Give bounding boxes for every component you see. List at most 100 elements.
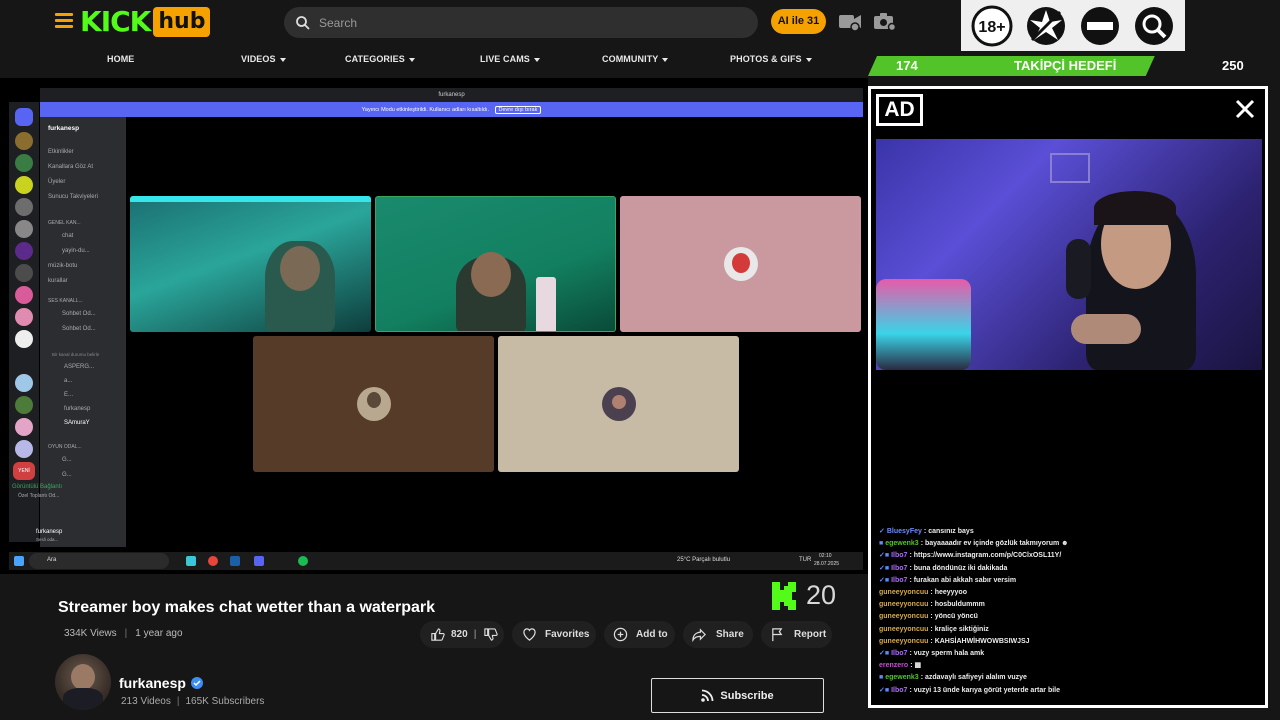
channel-item[interactable]: Sunucu Takviyeleri [48, 194, 98, 200]
voice-user[interactable]: ASPERG... [64, 364, 94, 370]
favorites-button[interactable]: Favorites [512, 621, 596, 648]
video-tile-4[interactable] [253, 336, 494, 472]
ai-pill-button[interactable]: AI ile 31 [771, 9, 826, 34]
thumbs-down-icon[interactable] [483, 627, 498, 642]
chat-text: azdavaylı safiyeyi alalım vuzye [924, 674, 1027, 682]
channel-item[interactable]: müzik-botu [48, 263, 77, 269]
discord-home-icon[interactable] [15, 108, 33, 126]
chat-username[interactable]: egewenk3 [885, 540, 918, 547]
chat-message: ■ egewenk3: azdavaylı safiyeyi alalım vuz… [879, 674, 1027, 682]
logo-kick-text: KICK [80, 5, 151, 38]
chat-username[interactable]: Ilbo7 [891, 650, 907, 657]
chat-username[interactable]: guneeyyoncuu [879, 601, 928, 608]
server-icon[interactable] [15, 374, 33, 392]
voice-user[interactable]: SAmuraY [64, 420, 90, 426]
channel-name[interactable]: furkanesp [119, 675, 203, 691]
channel-item[interactable]: Kanallara Göz At [48, 164, 93, 170]
chat-username[interactable]: Ilbo7 [891, 552, 907, 559]
channel-item[interactable]: kurallar [48, 278, 68, 284]
windows-start-icon[interactable] [14, 556, 24, 566]
server-icon[interactable] [15, 132, 33, 150]
server-icon[interactable] [15, 396, 33, 414]
close-icon[interactable] [1233, 97, 1257, 121]
video-tile-1[interactable] [130, 196, 371, 332]
video-upload-icon[interactable] [838, 12, 862, 32]
server-icon[interactable] [15, 286, 33, 304]
chat-username[interactable]: egewenk3 [885, 674, 918, 681]
chevron-down-icon [408, 57, 415, 62]
chat-username[interactable]: Ilbo7 [891, 565, 907, 572]
channel-category[interactable]: GENEL KAN... [48, 220, 81, 226]
chat-message: ■ egewenk3: bayaaaadır ev içinde gözlük t… [879, 540, 1069, 548]
voice-user[interactable]: E... [64, 392, 73, 398]
voice-channel[interactable]: G... [62, 457, 72, 463]
chat-username[interactable]: Ilbo7 [891, 577, 907, 584]
search-bar[interactable] [284, 7, 758, 38]
steam-icon[interactable] [230, 556, 240, 566]
channel-item[interactable]: Üyeler [48, 179, 65, 185]
avatar[interactable] [55, 654, 111, 710]
server-icon[interactable] [15, 440, 33, 458]
spotify-icon[interactable] [298, 556, 308, 566]
nav-live-cams[interactable]: LIVE CAMS [480, 54, 540, 64]
server-name[interactable]: furkanesp [48, 125, 79, 132]
video-tile-3[interactable] [620, 196, 861, 332]
badge-icon: ■ [879, 540, 884, 548]
channel-item[interactable]: Etkinlikler [48, 149, 74, 155]
server-icon[interactable] [15, 242, 33, 260]
video-player[interactable]: furkanesp Yayıncı Modu etkinleştirildi. … [0, 78, 868, 574]
channel-category[interactable]: SES KANALL... [48, 298, 83, 304]
user-avatar [356, 387, 391, 421]
language-indicator[interactable]: TUR [799, 557, 811, 563]
server-icon[interactable] [15, 264, 33, 282]
share-button[interactable]: Share [683, 621, 753, 648]
server-icon[interactable] [15, 220, 33, 238]
report-button[interactable]: Report [761, 621, 832, 648]
server-icon[interactable] [15, 330, 33, 348]
nav-videos[interactable]: VIDEOS [241, 54, 286, 64]
chat-username[interactable]: guneeyyoncuu [879, 638, 928, 645]
taskbar-app-icon[interactable] [186, 556, 196, 566]
voice-user[interactable]: a... [64, 378, 72, 384]
server-icon[interactable] [15, 176, 33, 194]
server-icon[interactable] [15, 198, 33, 216]
chat-username[interactable]: Ilbo7 [891, 687, 907, 694]
add-to-button[interactable]: Add to [604, 621, 675, 648]
site-logo[interactable]: KICK hub [80, 5, 211, 38]
menu-icon[interactable] [55, 13, 73, 28]
voice-channel[interactable]: Sohbet Od... [62, 311, 96, 317]
nav-photos-gifs[interactable]: PHOTOS & GIFS [730, 54, 812, 64]
discord-icon[interactable] [254, 556, 264, 566]
chrome-icon[interactable] [208, 556, 218, 566]
video-tile-5[interactable] [498, 336, 739, 472]
camera-upload-icon[interactable] [873, 12, 897, 32]
chat-text: buna döndünüz iki dakikada [913, 564, 1008, 572]
thumbs-up-icon[interactable] [430, 627, 445, 642]
chat-username[interactable]: guneeyyoncuu [879, 613, 928, 620]
video-tile-2[interactable] [375, 196, 616, 332]
chat-username[interactable]: BluesyFey [887, 528, 922, 535]
voice-user[interactable]: furkanesp [64, 406, 90, 412]
channel-item[interactable]: chat [62, 233, 73, 239]
ad-video[interactable] [876, 139, 1262, 370]
voice-channel[interactable]: G... [62, 472, 72, 478]
server-icon[interactable] [15, 154, 33, 172]
chat-username[interactable]: erenzero [879, 662, 908, 669]
channel-category[interactable]: OYUN ODAL... [48, 444, 82, 450]
chat-username[interactable]: guneeyyoncuu [879, 626, 928, 633]
search-input[interactable] [319, 15, 739, 30]
disable-streamer-mode-button[interactable]: Devre dışı bırak [494, 106, 542, 114]
server-icon[interactable] [15, 418, 33, 436]
upload-age: 1 year ago [135, 628, 183, 639]
channel-item[interactable]: yayin-du... [62, 248, 90, 254]
nav-community[interactable]: COMMUNITY [602, 54, 669, 64]
nav-categories[interactable]: CATEGORIES [345, 54, 415, 64]
subscribe-button[interactable]: Subscribe [651, 678, 824, 713]
nav-home[interactable]: HOME [107, 54, 134, 64]
discord-server-list: YENİ [9, 102, 39, 542]
kick-watermark-number: 20 [806, 580, 837, 610]
voice-channel[interactable]: Sohbet Od... [62, 326, 96, 332]
server-icon[interactable] [15, 308, 33, 326]
taskbar-search[interactable]: Ara [29, 553, 169, 569]
chat-username[interactable]: guneeyyoncuu [879, 589, 928, 596]
